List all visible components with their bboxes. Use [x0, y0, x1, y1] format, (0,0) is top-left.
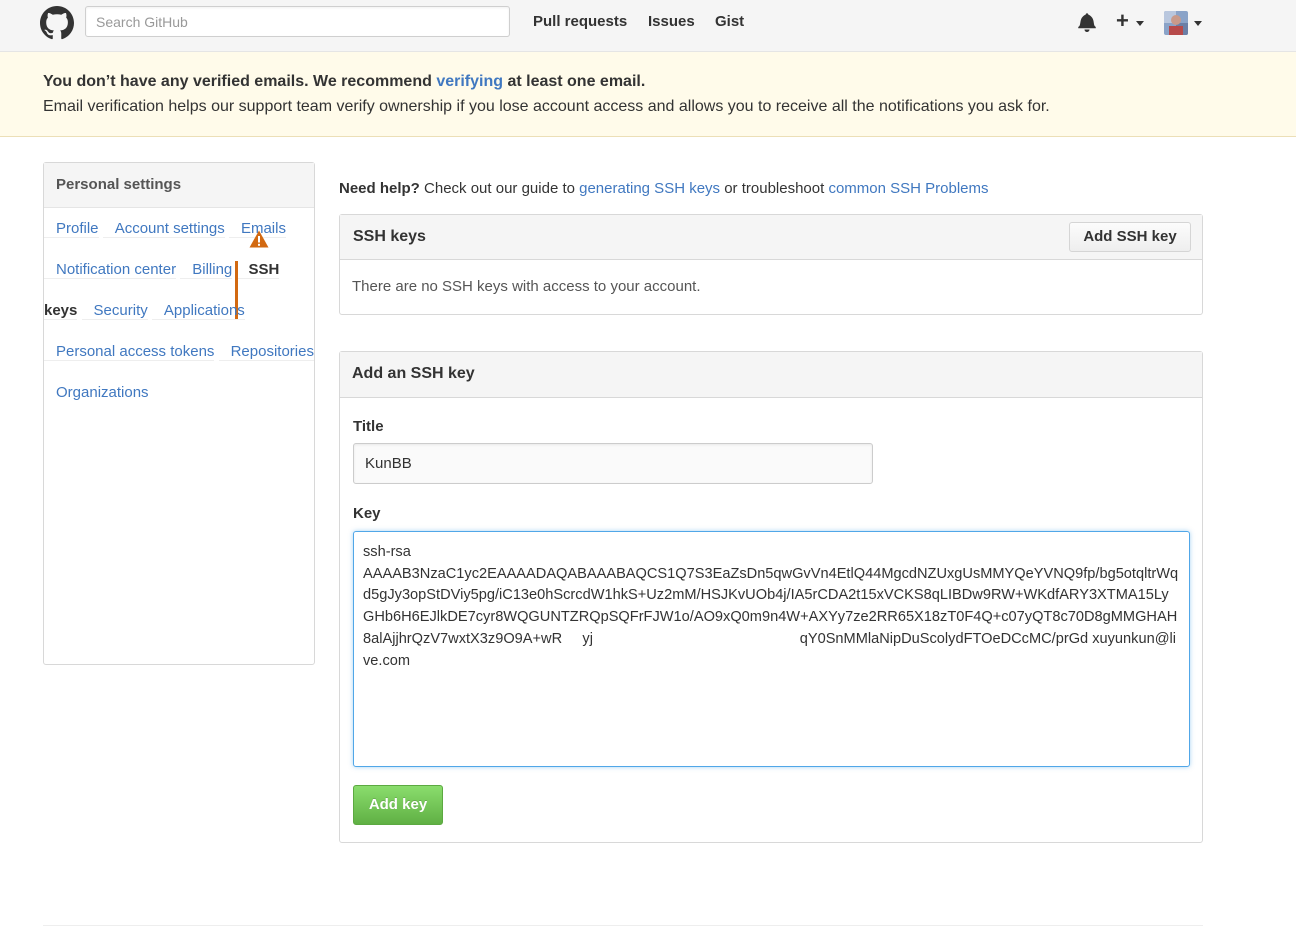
sidebar-item-emails[interactable]: Emails	[228, 220, 286, 248]
sidebar-item-label: Profile	[56, 220, 99, 237]
generating-ssh-keys-link[interactable]: generating SSH keys	[579, 180, 720, 197]
sidebar-item-label: Account settings	[114, 220, 225, 237]
avatar-image-icon	[1164, 11, 1188, 35]
ssh-keys-box-header: SSH keys Add SSH key	[340, 215, 1202, 260]
notifications-bell-icon[interactable]	[1078, 12, 1096, 32]
add-key-button[interactable]: Add key	[353, 785, 443, 825]
banner-headline: You don’t have any verified emails. We r…	[43, 73, 645, 91]
user-avatar[interactable]	[1164, 11, 1188, 35]
ssh-keys-box-title: SSH keys	[353, 228, 426, 245]
create-new-plus-icon[interactable]: +	[1116, 10, 1129, 32]
banner-text-end: at least one email.	[503, 73, 646, 90]
settings-sidebar: Personal settings Profile Account settin…	[43, 162, 315, 665]
add-ssh-key-header: Add an SSH key	[340, 352, 1202, 398]
sidebar-item-profile[interactable]: Profile	[44, 220, 99, 238]
nav-gist[interactable]: Gist	[715, 13, 744, 30]
ssh-keys-box: SSH keys Add SSH key There are no SSH ke…	[339, 214, 1203, 315]
sidebar-heading: Personal settings	[44, 163, 314, 208]
add-ssh-key-button[interactable]: Add SSH key	[1069, 222, 1191, 252]
common-ssh-problems-link[interactable]: common SSH Problems	[828, 180, 988, 197]
help-text: Need help? Check out our guide to genera…	[339, 180, 989, 197]
banner-description: Email verification helps our support tea…	[43, 98, 1050, 115]
sidebar-item-label: Repositories	[230, 343, 314, 360]
sidebar-item-applications[interactable]: Applications	[151, 302, 245, 320]
help-text-part: or troubleshoot	[720, 180, 829, 197]
sidebar-item-organizations[interactable]: Organizations	[44, 384, 149, 401]
warning-icon	[249, 230, 269, 248]
add-ssh-key-form: Add an SSH key Title Key ssh-rsa AAAAB3N…	[339, 351, 1203, 843]
sidebar-item-billing[interactable]: Billing	[180, 261, 233, 279]
sidebar-item-personal-access-tokens[interactable]: Personal access tokens	[44, 343, 215, 361]
nav-pull-requests[interactable]: Pull requests	[533, 13, 627, 30]
key-label: Key	[353, 505, 381, 522]
no-keys-message: There are no SSH keys with access to you…	[352, 278, 701, 295]
sidebar-item-label: Security	[93, 302, 148, 319]
banner-text: You don’t have any verified emails. We r…	[43, 73, 437, 90]
verifying-link[interactable]: verifying	[436, 73, 503, 90]
sidebar-item-label: Notification center	[56, 261, 177, 278]
sidebar-item-notification-center[interactable]: Notification center	[44, 261, 177, 279]
title-label: Title	[353, 418, 384, 435]
search-input[interactable]	[85, 6, 510, 37]
sidebar-item-security[interactable]: Security	[81, 302, 148, 320]
create-new-chevron-down-icon[interactable]	[1136, 21, 1144, 26]
sidebar-item-repositories[interactable]: Repositories	[218, 343, 314, 361]
sidebar-item-label: Organizations	[56, 384, 149, 401]
sidebar-item-label: Billing	[192, 261, 233, 278]
sidebar-item-label: Applications	[163, 302, 245, 319]
unverified-email-banner: You don’t have any verified emails. We r…	[0, 52, 1296, 137]
help-text-part: Check out our guide to	[419, 180, 580, 197]
github-logo-icon[interactable]	[40, 6, 74, 40]
title-input[interactable]	[353, 443, 873, 484]
key-textarea[interactable]: ssh-rsa AAAAB3NzaC1yc2EAAAADAQABAAABAQCS…	[353, 531, 1190, 767]
user-menu-chevron-down-icon[interactable]	[1194, 21, 1202, 26]
sidebar-item-account-settings[interactable]: Account settings	[102, 220, 225, 238]
sidebar-item-label: Personal access tokens	[56, 343, 215, 360]
footer-divider	[43, 925, 1203, 926]
help-prefix: Need help?	[339, 180, 420, 197]
nav-issues[interactable]: Issues	[648, 13, 695, 30]
site-header: Pull requests Issues Gist +	[0, 0, 1296, 52]
